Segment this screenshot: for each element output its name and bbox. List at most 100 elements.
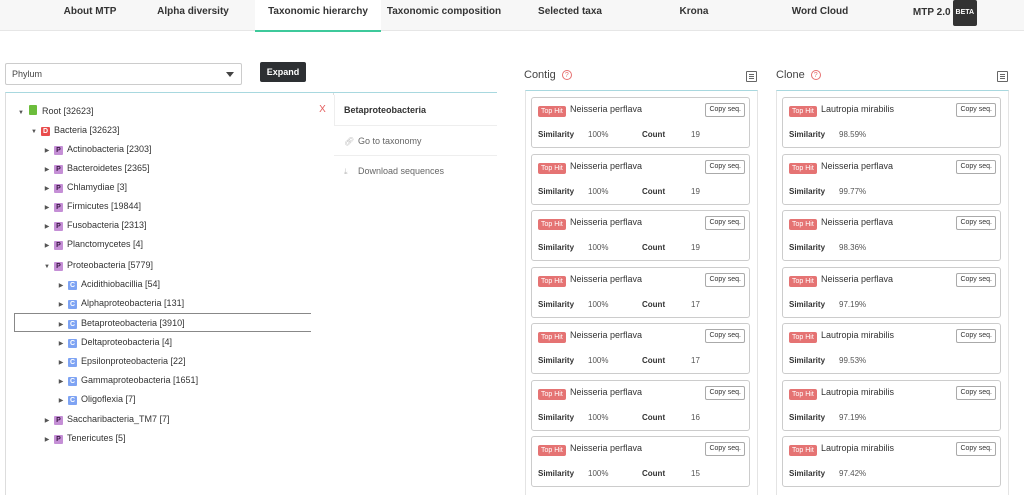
collapsed-arrow-icon[interactable]: ▶: [56, 394, 66, 408]
tree-node-class[interactable]: ▶ C Oligoflexia [7]: [56, 392, 136, 406]
collapsed-arrow-icon[interactable]: ▶: [56, 356, 66, 370]
collapsed-arrow-icon[interactable]: ▶: [56, 375, 66, 389]
tree-node-class-selected[interactable]: ▶ C Betaproteobacteria [3910]: [56, 316, 185, 330]
tree-node-class[interactable]: ▶ C Deltaproteobacteria [4]: [56, 335, 172, 349]
select-value: Phylum: [12, 69, 43, 79]
tree-node-label: Epsilonproteobacteria [22]: [81, 356, 186, 366]
collapsed-arrow-icon[interactable]: ▶: [42, 414, 52, 428]
tab-taxonomic-composition[interactable]: Taxonomic composition: [384, 0, 504, 31]
phylum-badge-icon: P: [54, 222, 63, 231]
tab-selected-taxa[interactable]: Selected taxa: [524, 0, 616, 31]
species-name: Neisseria perflava: [570, 217, 643, 227]
beta-badge: BETA: [952, 0, 978, 26]
tree-node-phylum[interactable]: ▶ P Bacteroidetes [2365]: [42, 161, 150, 175]
copy-seq-button[interactable]: Copy seq.: [705, 103, 745, 117]
collapsed-arrow-icon[interactable]: ▶: [42, 163, 52, 177]
top-hit-badge: Top Hit: [538, 389, 566, 400]
tree-node-label: Alphaproteobacteria [131]: [81, 298, 185, 308]
collapsed-arrow-icon[interactable]: ▶: [56, 279, 66, 293]
tab-krona[interactable]: Krona: [664, 0, 724, 31]
similarity-value: 100%: [588, 187, 609, 196]
tree-node-proteobacteria[interactable]: ▼ P Proteobacteria [5779]: [42, 258, 153, 272]
tree-node-phylum[interactable]: ▶ P Chlamydiae [3]: [42, 180, 127, 194]
collapsed-arrow-icon[interactable]: ▶: [42, 433, 52, 447]
copy-seq-button[interactable]: Copy seq.: [956, 103, 996, 117]
class-badge-icon: C: [68, 320, 77, 329]
collapsed-arrow-icon[interactable]: ▶: [42, 239, 52, 253]
close-icon[interactable]: X: [311, 95, 335, 125]
copy-seq-button[interactable]: Copy seq.: [705, 329, 745, 343]
tree-node-phylum[interactable]: ▶ P Actinobacteria [2303]: [42, 142, 152, 156]
copy-seq-button[interactable]: Copy seq.: [705, 160, 745, 174]
count-value: 15: [691, 469, 700, 478]
top-hit-badge: Top Hit: [538, 219, 566, 230]
tab-mtp-2[interactable]: MTP 2.0 BETA: [905, 0, 985, 31]
tree-node-root[interactable]: ▼ Root [32623]: [16, 104, 94, 118]
result-card: Top Hit Neisseria perflava Copy seq. Simila…: [531, 380, 750, 431]
clone-title: Clone?: [776, 69, 821, 81]
expanded-arrow-icon[interactable]: ▼: [42, 260, 52, 274]
result-card: Top Hit Lautropia mirabilis Copy seq. Simil…: [782, 323, 1001, 374]
download-sequences-link[interactable]: ⤓ Download sequences: [334, 155, 497, 185]
tree-node-label: Oligoflexia [7]: [81, 394, 136, 404]
expanded-arrow-icon[interactable]: ▼: [16, 106, 26, 120]
tree-node-label: Actinobacteria [2303]: [67, 144, 152, 154]
tree-node-phylum[interactable]: ▶ P Tenericutes [5]: [42, 431, 126, 445]
list-icon[interactable]: [746, 71, 757, 82]
tab-taxonomic-hierarchy[interactable]: Taxonomic hierarchy: [255, 0, 381, 32]
phylum-badge-icon: P: [54, 241, 63, 250]
help-icon[interactable]: ?: [561, 70, 572, 80]
collapsed-arrow-icon[interactable]: ▶: [56, 318, 66, 332]
species-name: Neisseria perflava: [821, 274, 894, 284]
copy-seq-button[interactable]: Copy seq.: [705, 442, 745, 456]
tab-alpha-diversity[interactable]: Alpha diversity: [140, 0, 246, 31]
tab-label: Taxonomic hierarchy: [268, 6, 368, 17]
domain-badge-icon: D: [41, 127, 50, 136]
tree-node-class[interactable]: ▶ C Gammaproteobacteria [1651]: [56, 373, 198, 387]
similarity-label: Similarity: [789, 243, 826, 252]
tree-node-label: Bacteria [32623]: [54, 125, 120, 135]
tree-node-phylum[interactable]: ▶ P Firmicutes [19844]: [42, 199, 141, 213]
tree-node-phylum[interactable]: ▶ P Planctomycetes [4]: [42, 237, 143, 251]
top-hit-badge: Top Hit: [538, 445, 566, 456]
collapsed-arrow-icon[interactable]: ▶: [42, 201, 52, 215]
collapsed-arrow-icon[interactable]: ▶: [42, 220, 52, 234]
collapsed-arrow-icon[interactable]: ▶: [56, 337, 66, 351]
help-icon[interactable]: ?: [810, 70, 821, 80]
tree-node-class[interactable]: ▶ C Epsilonproteobacteria [22]: [56, 354, 186, 368]
phylum-badge-icon: P: [54, 262, 63, 271]
count-label: Count: [642, 413, 666, 422]
copy-seq-button[interactable]: Copy seq.: [956, 216, 996, 230]
count-label: Count: [642, 187, 666, 196]
tab-about-mtp[interactable]: About MTP: [40, 0, 140, 31]
tree-node-phylum[interactable]: ▶ P Fusobacteria [2313]: [42, 218, 147, 232]
tree-node-phylum[interactable]: ▶ P Saccharibacteria_TM7 [7]: [42, 412, 170, 426]
copy-seq-button[interactable]: Copy seq.: [705, 386, 745, 400]
copy-seq-button[interactable]: Copy seq.: [956, 329, 996, 343]
expanded-arrow-icon[interactable]: ▼: [29, 125, 39, 139]
taxonomic-level-select[interactable]: Phylum: [5, 63, 242, 85]
list-icon[interactable]: [997, 71, 1008, 82]
collapsed-arrow-icon[interactable]: ▶: [42, 182, 52, 196]
tab-word-cloud[interactable]: Word Cloud: [780, 0, 860, 31]
copy-seq-button[interactable]: Copy seq.: [956, 442, 996, 456]
collapsed-arrow-icon[interactable]: ▶: [56, 298, 66, 312]
copy-seq-button[interactable]: Copy seq.: [956, 160, 996, 174]
expand-button[interactable]: Expand: [260, 62, 306, 82]
phylum-badge-icon: P: [54, 203, 63, 212]
collapsed-arrow-icon[interactable]: ▶: [42, 144, 52, 158]
menu-item-label: Download sequences: [358, 166, 445, 176]
similarity-label: Similarity: [789, 356, 826, 365]
copy-seq-button[interactable]: Copy seq.: [705, 273, 745, 287]
count-value: 17: [691, 300, 700, 309]
tree-node-class[interactable]: ▶ C Alphaproteobacteria [131]: [56, 296, 184, 310]
copy-seq-button[interactable]: Copy seq.: [956, 386, 996, 400]
tree-node-class[interactable]: ▶ C Acidithiobacillia [54]: [56, 277, 160, 291]
tree-node-bacteria[interactable]: ▼ D Bacteria [32623]: [29, 123, 120, 137]
copy-seq-button[interactable]: Copy seq.: [956, 273, 996, 287]
count-label: Count: [642, 356, 666, 365]
copy-seq-button[interactable]: Copy seq.: [705, 216, 745, 230]
species-name: Lautropia mirabilis: [821, 443, 895, 453]
top-hit-badge: Top Hit: [789, 276, 817, 287]
go-to-taxonomy-link[interactable]: 🔗︎ Go to taxonomy: [334, 125, 497, 155]
